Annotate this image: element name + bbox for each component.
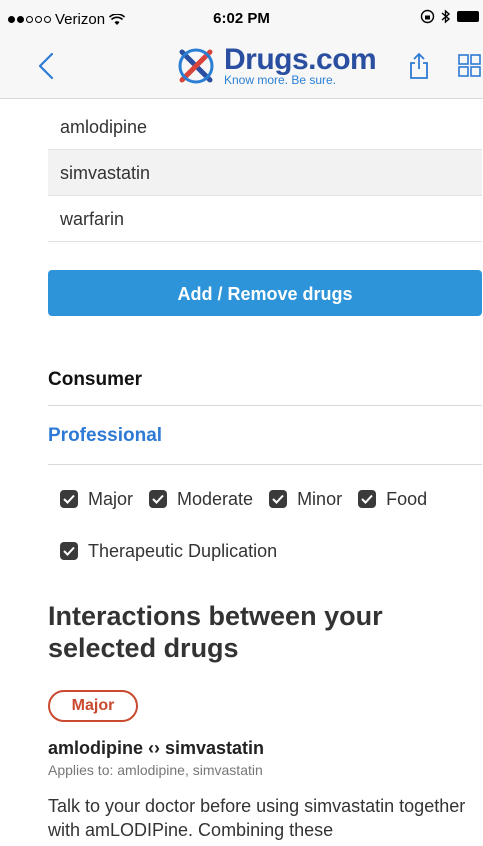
drug-list-item[interactable]: warfarin (48, 196, 482, 242)
checkbox-checked-icon[interactable] (60, 542, 78, 560)
filter-food[interactable]: Food (358, 489, 427, 510)
drug-list-item[interactable]: simvastatin (48, 150, 482, 196)
filter-minor-label: Minor (297, 488, 343, 509)
grid-menu-icon[interactable] (458, 54, 482, 78)
filter-minor[interactable]: Minor (269, 489, 342, 510)
logo-mark-icon (178, 48, 214, 84)
filter-food-label: Food (386, 488, 428, 509)
checkbox-checked-icon[interactable] (149, 490, 168, 508)
status-right (420, 9, 479, 24)
logo-name: Drugs.com (224, 43, 377, 76)
tab-professional[interactable]: Professional (48, 407, 482, 465)
filter-therapeutic-duplication[interactable]: Therapeutic Duplication (60, 541, 277, 562)
severity-filters: Major Moderate Minor Food Therapeutic Du… (60, 486, 483, 590)
bluetooth-icon (441, 9, 451, 24)
back-icon[interactable] (32, 48, 62, 84)
checkbox-checked-icon[interactable] (269, 490, 288, 508)
status-time: 6:02 PM (213, 10, 270, 27)
section-title: Interactions between your selected drugs (48, 601, 383, 663)
filter-moderate-label: Moderate (177, 488, 254, 509)
interaction-pair: amlodipine ‹› simvastatin (48, 738, 265, 758)
severity-badge: Major (48, 690, 138, 722)
interaction-description: Talk to your doctor before using simvast… (48, 796, 466, 840)
checkbox-checked-icon[interactable] (60, 490, 78, 508)
nav-bar: Drugs.com Know more. Be sure. (0, 38, 483, 99)
drugs-com-logo[interactable]: Drugs.com Know more. Be sure. (174, 43, 377, 88)
applies-to-text: Applies to: amlodipine, simvastatin (48, 762, 263, 778)
battery-icon (457, 11, 479, 22)
status-bar: Verizon 6:02 PM (0, 0, 483, 38)
checkbox-checked-icon[interactable] (358, 490, 377, 508)
tab-consumer[interactable]: Consumer (48, 354, 482, 406)
drug-list: amlodipine simvastatin warfarin (48, 104, 482, 242)
orientation-lock-icon (420, 9, 435, 24)
filter-major[interactable]: Major (60, 489, 133, 510)
filter-moderate[interactable]: Moderate (149, 489, 253, 510)
add-remove-drugs-button[interactable]: Add / Remove drugs (48, 270, 482, 316)
share-icon[interactable] (408, 52, 430, 80)
filter-therapeutic-label: Therapeutic Duplication (88, 540, 278, 561)
drug-list-item[interactable]: amlodipine (48, 104, 482, 150)
filter-major-label: Major (88, 488, 134, 509)
